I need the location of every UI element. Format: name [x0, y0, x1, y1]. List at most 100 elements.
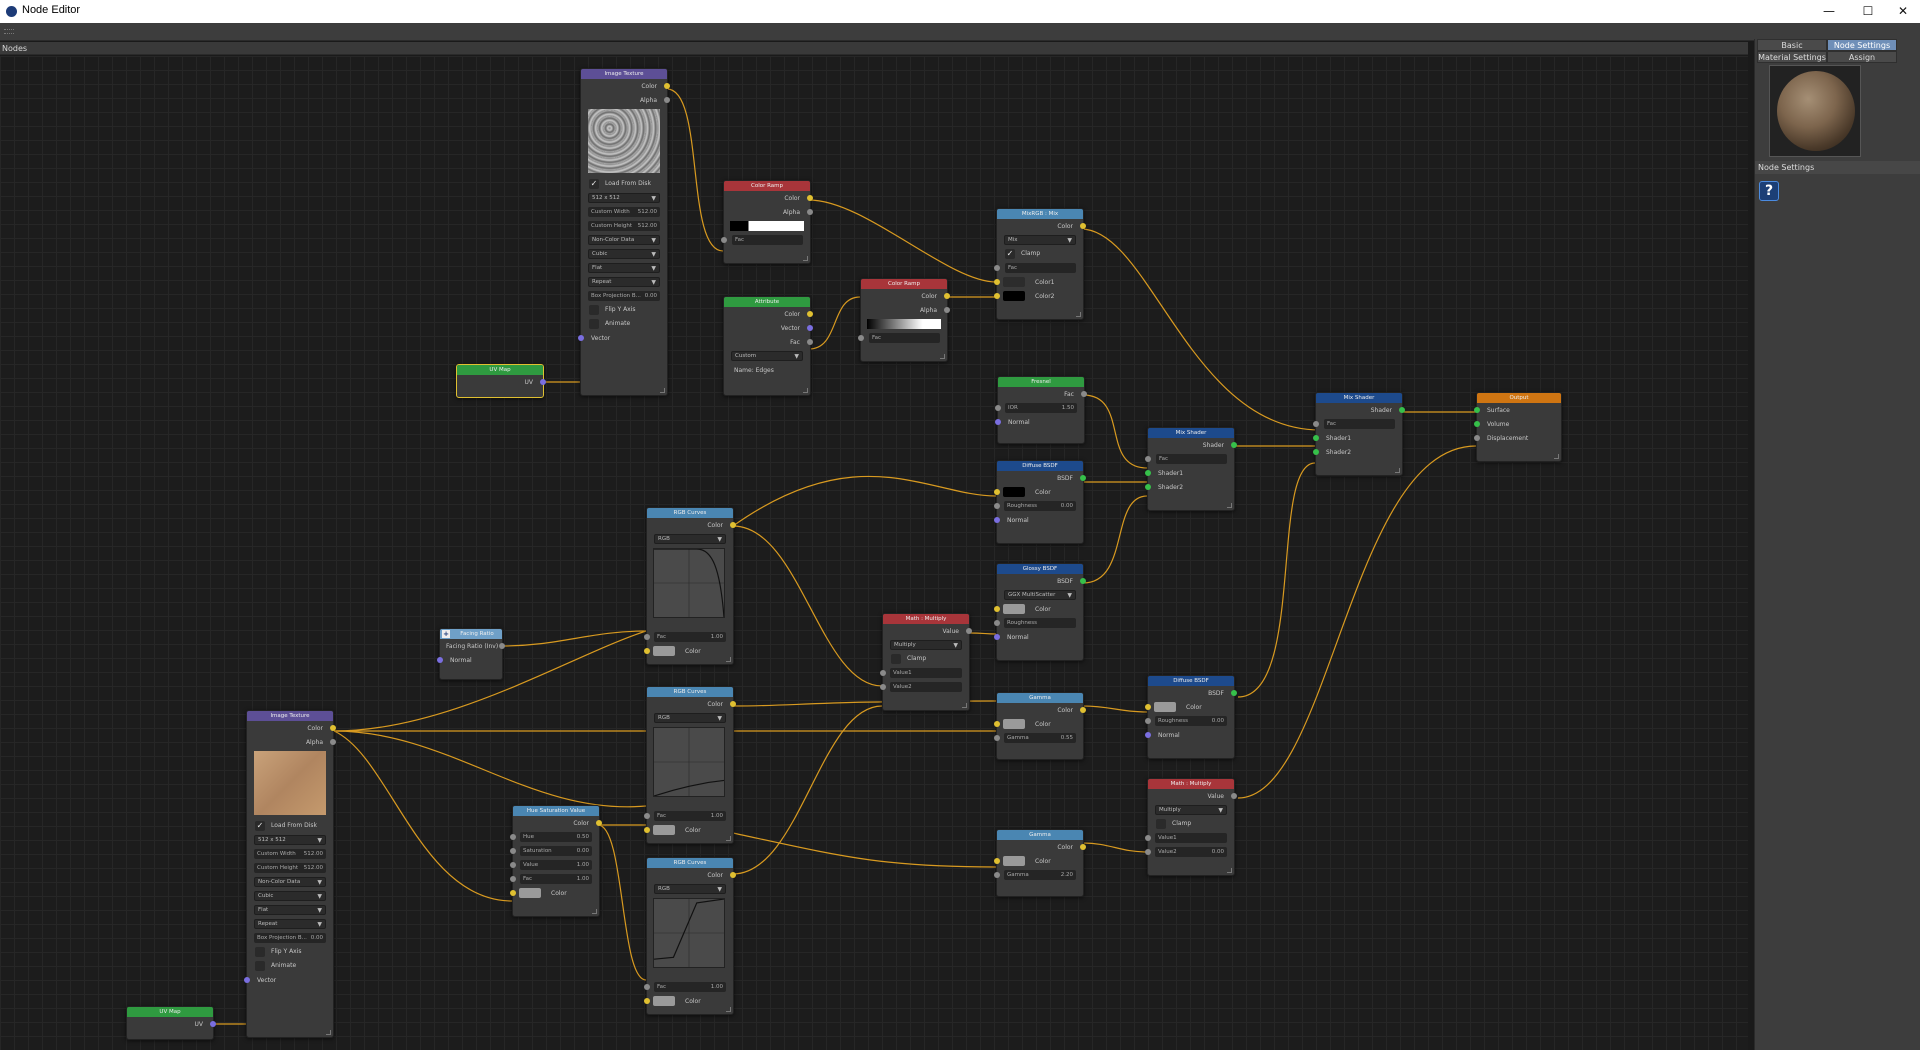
node-title[interactable]: UV Map: [457, 365, 543, 375]
node-title[interactable]: Gamma: [997, 830, 1083, 840]
curve-editor[interactable]: [647, 725, 733, 801]
close-button[interactable]: ✕: [1888, 2, 1918, 20]
color-space-dropdown[interactable]: Non-Color Data ▼: [247, 875, 333, 889]
node-title[interactable]: + Facing Ratio: [440, 629, 502, 639]
resize-handle[interactable]: [326, 1030, 331, 1035]
image-texture-node-bottom[interactable]: Image Texture Color Alpha ✓ Load From Dis…: [244, 710, 336, 1038]
channel-dropdown[interactable]: RGB ▼: [647, 882, 733, 896]
operation-dropdown[interactable]: Multiply ▼: [1148, 803, 1234, 817]
socket-icon[interactable]: [1145, 470, 1151, 476]
animate-checkbox[interactable]: Animate: [247, 959, 333, 973]
resize-handle[interactable]: [803, 388, 808, 393]
socket-icon[interactable]: [1145, 718, 1151, 724]
socket-icon[interactable]: [644, 813, 650, 819]
tab-basic[interactable]: Basic: [1757, 39, 1827, 51]
socket-icon[interactable]: [1145, 456, 1151, 462]
socket-icon[interactable]: [994, 872, 1000, 878]
resize-handle[interactable]: [726, 836, 731, 841]
output-node[interactable]: Output Surface Volume Displacement: [1474, 392, 1562, 462]
socket-icon[interactable]: [1145, 484, 1151, 490]
socket-icon[interactable]: [644, 827, 650, 833]
attribute-node[interactable]: Attribute Color Vector Fac Custom ▼ Name:…: [723, 296, 813, 396]
node-title[interactable]: MixRGB : Mix: [997, 209, 1083, 219]
socket-icon[interactable]: [994, 293, 1000, 299]
node-title[interactable]: RGB Curves: [647, 858, 733, 868]
node-title[interactable]: Mix Shader: [1148, 428, 1234, 438]
node-title[interactable]: Image Texture: [581, 69, 667, 79]
minimize-button[interactable]: —: [1814, 2, 1844, 20]
interpolation-dropdown[interactable]: Cubic ▼: [581, 247, 667, 261]
interpolation-dropdown[interactable]: Cubic ▼: [247, 889, 333, 903]
maximize-button[interactable]: ☐: [1853, 2, 1883, 20]
box-projection-field[interactable]: Box Projection B... 0.00: [247, 931, 333, 945]
socket-icon[interactable]: [994, 735, 1000, 741]
socket-icon[interactable]: [994, 858, 1000, 864]
socket-icon[interactable]: [644, 634, 650, 640]
resize-handle[interactable]: [1076, 312, 1081, 317]
node-title[interactable]: Gamma: [997, 693, 1083, 703]
clamp-checkbox[interactable]: Clamp: [1148, 817, 1234, 831]
socket-icon[interactable]: [1081, 391, 1087, 397]
node-title[interactable]: UV Map: [127, 1007, 213, 1017]
socket-icon[interactable]: [807, 325, 813, 331]
node-title[interactable]: Fresnel: [998, 377, 1084, 387]
socket-icon[interactable]: [730, 872, 736, 878]
node-canvas[interactable]: Image Texture Color Alpha ✓ Load From Dis…: [0, 56, 1748, 1050]
ramp-gradient[interactable]: [861, 317, 947, 331]
socket-icon[interactable]: [807, 195, 813, 201]
socket-icon[interactable]: [1231, 690, 1237, 696]
load-from-disk-checkbox[interactable]: ✓ Load From Disk: [581, 177, 667, 191]
socket-icon[interactable]: [664, 97, 670, 103]
node-title[interactable]: Diffuse BSDF: [997, 461, 1083, 471]
socket-icon[interactable]: [994, 279, 1000, 285]
node-title[interactable]: Image Texture: [247, 711, 333, 721]
clamp-checkbox[interactable]: Clamp: [883, 652, 969, 666]
socket-icon[interactable]: [644, 648, 650, 654]
math-multiply-node-1[interactable]: Math : Multiply Value Multiply ▼ Clamp Va…: [880, 613, 972, 711]
socket-icon[interactable]: [664, 83, 670, 89]
projection-dropdown[interactable]: Flat ▼: [581, 261, 667, 275]
resize-handle[interactable]: [726, 1007, 731, 1012]
socket-icon[interactable]: [1145, 732, 1151, 738]
tab-node-settings[interactable]: Node Settings: [1827, 39, 1897, 51]
resize-handle[interactable]: [1227, 503, 1232, 508]
node-title[interactable]: Hue Saturation Value: [513, 806, 599, 816]
gamma-node-1[interactable]: Gamma Color Color Gamma 0.55: [994, 692, 1086, 760]
tab-assign[interactable]: Assign: [1827, 51, 1897, 63]
socket-icon[interactable]: [994, 503, 1000, 509]
socket-icon[interactable]: [244, 977, 250, 983]
socket-icon[interactable]: [210, 1021, 216, 1027]
gamma-node-2[interactable]: Gamma Color Color Gamma 2.20: [994, 829, 1086, 897]
socket-icon[interactable]: [540, 379, 546, 385]
custom-height-field[interactable]: Custom Height 512.00: [581, 219, 667, 233]
socket-icon[interactable]: [330, 725, 336, 731]
help-icon[interactable]: ?: [1759, 181, 1779, 201]
math-multiply-node-2[interactable]: Math : Multiply Value Multiply ▼ Clamp Va…: [1145, 778, 1237, 876]
mix-shader-node-2[interactable]: Mix Shader Shader Fac Shader1 Shader2: [1313, 392, 1405, 476]
extension-dropdown[interactable]: Repeat ▼: [247, 917, 333, 931]
socket-icon[interactable]: [1474, 421, 1480, 427]
socket-icon[interactable]: [510, 834, 516, 840]
custom-width-field[interactable]: Custom Width 512.00: [581, 205, 667, 219]
socket-icon[interactable]: [995, 405, 1001, 411]
rgb-curves-node-2[interactable]: RGB Curves Color RGB ▼ Fac 1.00 Color: [644, 686, 736, 844]
socket-icon[interactable]: [1231, 793, 1237, 799]
node-title[interactable]: Mix Shader: [1316, 393, 1402, 403]
facing-ratio-node[interactable]: + Facing Ratio Facing Ratio (Inv) Normal: [437, 628, 505, 680]
ramp-gradient[interactable]: [724, 219, 810, 233]
socket-icon[interactable]: [994, 620, 1000, 626]
node-title[interactable]: Glossy BSDF: [997, 564, 1083, 574]
socket-icon[interactable]: [1474, 435, 1480, 441]
fresnel-node[interactable]: Fresnel Fac IOR 1.50 Normal: [995, 376, 1087, 444]
socket-icon[interactable]: [807, 339, 813, 345]
resize-handle[interactable]: [660, 388, 665, 393]
socket-icon[interactable]: [994, 721, 1000, 727]
socket-icon[interactable]: [1231, 442, 1237, 448]
hsv-node[interactable]: Hue Saturation Value Color Hue 0.50 Satur…: [510, 805, 602, 917]
resize-handle[interactable]: [726, 657, 731, 662]
socket-icon[interactable]: [995, 419, 1001, 425]
socket-icon[interactable]: [510, 890, 516, 896]
clamp-checkbox[interactable]: ✓ Clamp: [997, 247, 1083, 261]
image-texture-node-top[interactable]: Image Texture Color Alpha ✓ Load From Dis…: [578, 68, 670, 396]
color-space-dropdown[interactable]: Non-Color Data ▼: [581, 233, 667, 247]
